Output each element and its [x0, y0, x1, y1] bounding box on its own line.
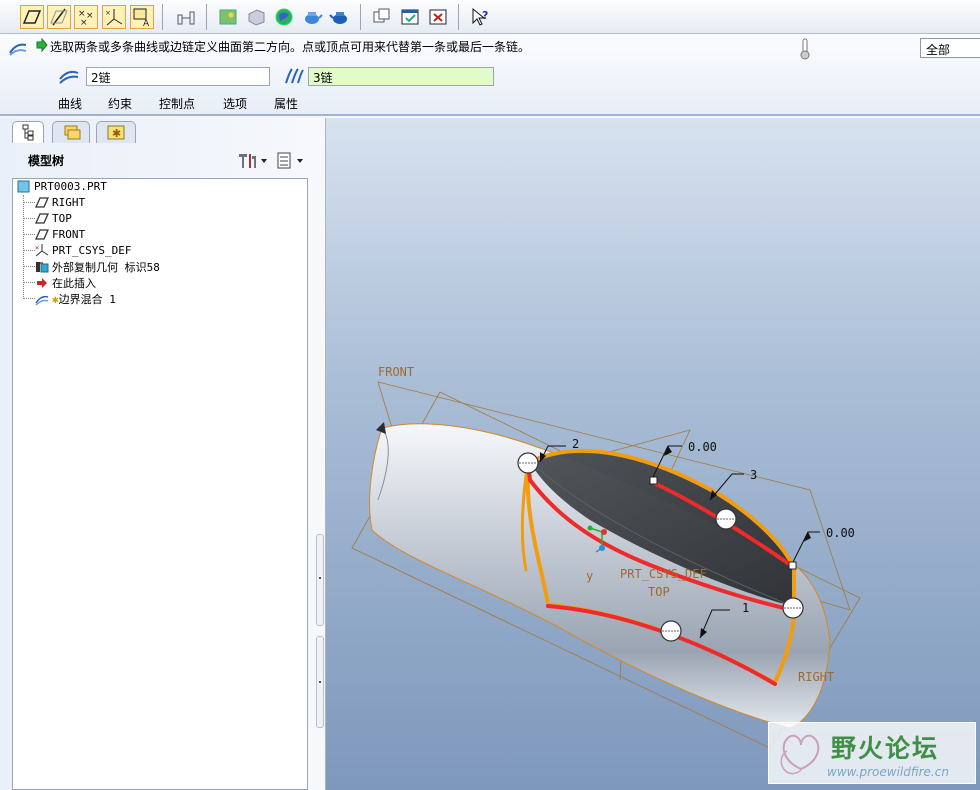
csys-icon: ×	[35, 243, 49, 257]
watermark-logo-icon	[780, 734, 820, 775]
label-front: FRONT	[378, 365, 414, 379]
tree-item-csys[interactable]: × PRT_CSYS_DEF	[35, 243, 131, 259]
status-message: 选取两条或多条曲线或边链定义曲面第二方向。点或顶点可用来代替第一条或最后一条链。	[50, 40, 531, 54]
watermark-url: www.proewildfire.cn	[827, 765, 949, 779]
teapot-blue-icon[interactable]	[328, 5, 352, 29]
tree-columns-icon	[277, 152, 291, 169]
message-arrow-icon	[36, 37, 48, 55]
svg-text:?: ?	[482, 9, 488, 22]
second-direction-chain-icon	[282, 67, 304, 88]
close-window-icon[interactable]	[426, 5, 450, 29]
tab-favorites[interactable]: ✱	[96, 121, 136, 143]
tab-control-points[interactable]: 控制点	[159, 95, 195, 112]
tree-root-label: PRT0003.PRT	[34, 180, 107, 193]
model-tree: PRT0003.PRT RIGHT TOP FRONT × PRT_CSYS_DE…	[12, 178, 308, 790]
window-icon[interactable]	[370, 5, 394, 29]
tree-item-label: 在此插入	[52, 277, 96, 290]
tree-item-front[interactable]: FRONT	[34, 227, 86, 243]
tree-item-label: PRT_CSYS_DEF	[52, 244, 132, 257]
label-csys: PRT_CSYS_DEF	[620, 567, 707, 581]
dimension-icon[interactable]	[174, 5, 198, 29]
first-direction-chain-field[interactable]: 2链	[86, 67, 270, 86]
svg-text:×: ×	[80, 18, 88, 28]
tree-item-external-copy-geom[interactable]: 外部复制几何 标识58	[35, 259, 160, 275]
tree-item-boundary-blend[interactable]: ✱边界混合 1	[35, 291, 116, 307]
context-help-icon[interactable]: ?	[468, 5, 492, 29]
tab-model-tree[interactable]	[12, 121, 44, 143]
datum-csys-icon[interactable]: ×	[102, 5, 126, 29]
tree-item-label: TOP	[52, 212, 72, 225]
navigator-panel: ✱ 模型树 PRT0003.PRT RIGHT TOP FRONT × PRT_…	[0, 118, 326, 790]
panel-splitter-lower[interactable]	[316, 636, 324, 728]
main-toolbar: × × × × A ?	[0, 0, 980, 34]
teapot-icon[interactable]	[300, 5, 324, 29]
tree-item-label: RIGHT	[52, 196, 86, 209]
tab-curves[interactable]: 曲线	[58, 95, 82, 112]
external-copy-geom-icon	[35, 260, 49, 274]
svg-text:×: ×	[105, 9, 111, 17]
datum-plane-icon	[34, 227, 50, 241]
chain-label-3: 3	[750, 468, 757, 482]
datum-plane-icon	[34, 195, 50, 209]
tree-item-right[interactable]: RIGHT	[34, 195, 86, 211]
forum-watermark: 野火论坛 www.proewildfire.cn	[768, 722, 976, 784]
wireframe-icon[interactable]	[244, 5, 268, 29]
label-csys-y: y	[586, 569, 593, 583]
tree-item-label: FRONT	[52, 228, 86, 241]
filter-select[interactable]: 全部	[920, 38, 980, 58]
svg-text:A: A	[143, 19, 150, 28]
globe-icon[interactable]	[272, 5, 296, 29]
tree-tools	[236, 150, 308, 175]
svg-text:✱: ✱	[112, 127, 121, 140]
tab-properties[interactable]: 属性	[274, 95, 298, 112]
label-right: RIGHT	[798, 670, 834, 684]
tab-constraints[interactable]: 约束	[108, 95, 132, 112]
tree-item-label: 边界混合 1	[58, 293, 116, 306]
tree-item-insert-here[interactable]: 在此插入	[35, 275, 96, 291]
dimension-right[interactable]: 0.00	[826, 526, 855, 540]
first-direction-chain-icon	[58, 67, 80, 88]
graphics-window[interactable]: FRONT RIGHT TOP PRT_CSYS_DEF y 0.00 0.00…	[326, 118, 980, 790]
boundary-blend-dashboard: 选取两条或多条曲线或边链定义曲面第二方向。点或顶点可用来代替第一条或最后一条链。…	[0, 34, 980, 116]
chain-label-1: 1	[742, 601, 749, 615]
tree-item-top[interactable]: TOP	[34, 211, 72, 227]
chain-label-2: 2	[572, 437, 579, 451]
second-direction-chain-field[interactable]: 3链	[308, 67, 494, 86]
model-tree-title: 模型树	[28, 154, 65, 168]
dimension-top[interactable]: 0.00	[688, 440, 717, 454]
thermometer-icon	[800, 38, 810, 63]
shade-icon[interactable]	[216, 5, 240, 29]
insert-arrow-icon	[35, 276, 49, 290]
tab-folder-browser[interactable]	[52, 121, 90, 143]
boundary-blend-icon	[8, 39, 28, 60]
activate-window-icon[interactable]	[398, 5, 422, 29]
new-feature-star-icon: ✱	[52, 293, 59, 306]
datum-axis-icon[interactable]	[47, 5, 71, 29]
datum-annotation-icon[interactable]: A	[130, 5, 154, 29]
datum-plane-icon	[34, 211, 50, 225]
tab-options[interactable]: 选项	[223, 95, 247, 112]
watermark-title: 野火论坛	[831, 734, 940, 763]
svg-text:×: ×	[35, 244, 39, 252]
boundary-blend-icon	[35, 292, 49, 306]
label-top: TOP	[648, 585, 670, 599]
tree-root[interactable]: PRT0003.PRT	[17, 179, 107, 195]
datum-point-icon[interactable]: × × ×	[74, 5, 98, 29]
part-icon	[17, 179, 31, 193]
tree-item-label: 外部复制几何 标识58	[52, 261, 160, 274]
tree-settings-icon	[239, 154, 256, 168]
panel-splitter[interactable]	[316, 534, 324, 626]
datum-plane-icon[interactable]	[20, 5, 44, 29]
